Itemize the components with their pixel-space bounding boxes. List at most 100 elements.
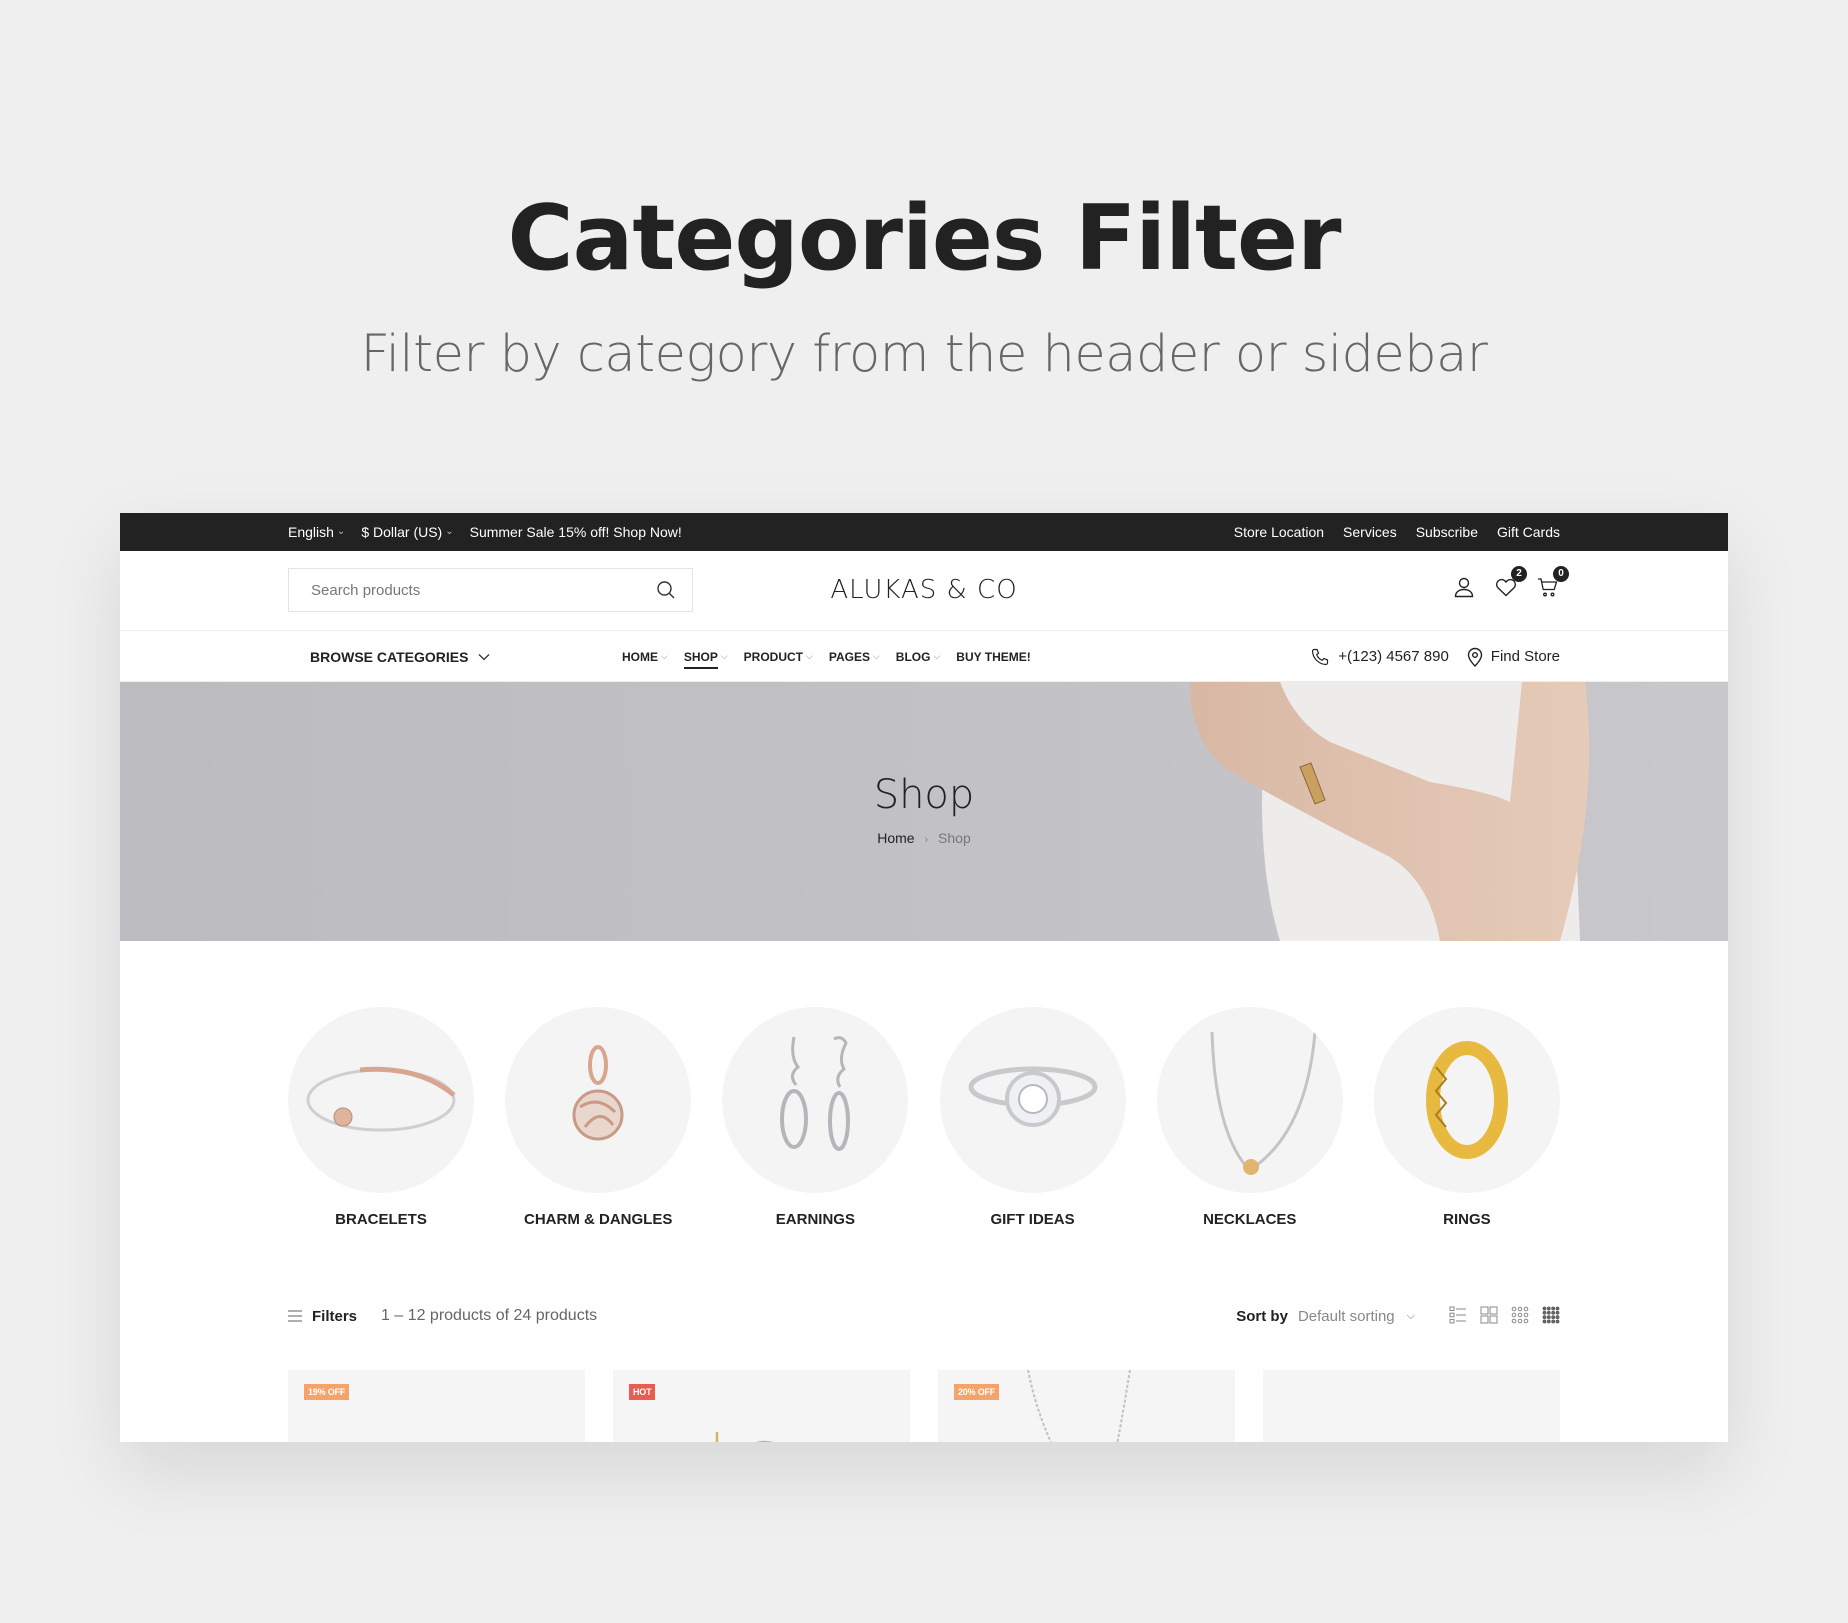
category-necklaces[interactable]: NECKLACES — [1156, 1007, 1343, 1228]
page-title: Shop — [873, 772, 975, 818]
category-name: GIFT IDEAS — [990, 1211, 1075, 1228]
map-pin-icon — [1467, 647, 1482, 667]
cart-count-badge: 0 — [1553, 566, 1569, 582]
category-earnings[interactable]: EARNINGS — [722, 1007, 909, 1228]
nav-item-home[interactable]: HOME ⌵ — [622, 650, 668, 664]
earrings-image — [780, 1036, 851, 1151]
nav-item-blog[interactable]: BLOG ⌵ — [896, 650, 941, 664]
cart-button[interactable]: 0 — [1536, 566, 1569, 599]
phone-number: +(123) 4567 890 — [1338, 648, 1449, 665]
browse-categories-label: BROWSE CATEGORIES — [310, 648, 469, 665]
filters-label: Filters — [312, 1307, 358, 1325]
currency-selector[interactable]: $ Dollar (US) — [361, 524, 453, 540]
view-mode-switcher — [1449, 1306, 1560, 1324]
browser-frame: English $ Dollar (US) Summer Sale 15% of… — [120, 513, 1728, 1442]
charm-image — [572, 1045, 624, 1141]
ring-image — [968, 1066, 1098, 1127]
chevron-down-icon: ⌵ — [720, 651, 728, 661]
list-view-icon[interactable] — [1449, 1306, 1467, 1324]
find-store-link[interactable]: Find Store — [1467, 647, 1560, 667]
store-location-link[interactable]: Store Location — [1234, 524, 1324, 540]
category-bracelets[interactable]: BRACELETS — [288, 1007, 474, 1228]
language-selector[interactable]: English — [288, 524, 345, 540]
necklace-image — [1210, 1031, 1317, 1175]
nav-item-buy-theme[interactable]: BUY THEME! — [956, 650, 1030, 664]
category-image — [939, 1007, 1126, 1193]
nav-item-label: PRODUCT — [743, 649, 804, 664]
breadcrumb: Home › Shop — [120, 830, 1728, 846]
account-button[interactable] — [1452, 575, 1476, 599]
nav-item-pages[interactable]: PAGES ⌵ — [829, 650, 880, 664]
category-name: EARNINGS — [775, 1211, 855, 1228]
main-nav: BROWSE CATEGORIES HOME ⌵ SHOP ⌵ PRODUCT … — [120, 631, 1728, 682]
product-card[interactable] — [1263, 1370, 1560, 1442]
breadcrumb-current: Shop — [938, 830, 971, 846]
filters-button[interactable]: Filters — [288, 1301, 357, 1331]
nav-item-label: BLOG — [895, 649, 931, 664]
chevron-down-icon: ⌵ — [933, 651, 941, 661]
gift-cards-link[interactable]: Gift Cards — [1497, 524, 1560, 540]
bracelet-image — [306, 1066, 456, 1132]
user-icon — [1454, 577, 1474, 598]
search-box — [288, 568, 693, 612]
hot-badge: HOT — [629, 1384, 656, 1400]
product-image — [1027, 1370, 1131, 1442]
product-card[interactable]: 19% OFF — [288, 1370, 585, 1442]
chevron-down-icon — [478, 653, 490, 660]
site-logo[interactable]: ALUKAS & CO — [830, 575, 1017, 605]
hero-subtitle: Filter by category from the header or si… — [360, 325, 1488, 384]
grid-2-icon[interactable] — [1480, 1306, 1498, 1324]
menu-icon — [288, 1310, 302, 1322]
category-rings[interactable]: RINGS — [1373, 1007, 1560, 1228]
wishlist-button[interactable]: 2 — [1494, 566, 1527, 599]
nav-item-label: SHOP — [683, 650, 718, 669]
category-image — [1373, 1007, 1560, 1193]
hero-title: Categories Filter — [507, 186, 1342, 291]
breadcrumb-home[interactable]: Home — [877, 830, 914, 846]
grid-3-icon[interactable] — [1511, 1306, 1529, 1324]
nav-item-label: HOME — [622, 649, 658, 664]
category-list: BRACELETS CHARM & DANGLES EARNINGS GIFT … — [288, 1007, 1560, 1228]
category-gift-ideas[interactable]: GIFT IDEAS — [939, 1007, 1126, 1228]
chevron-right-icon: › — [924, 834, 929, 846]
search-icon[interactable] — [656, 580, 676, 600]
nav-item-label: PAGES — [828, 649, 870, 664]
chevron-down-icon: ⌵ — [872, 651, 880, 661]
phone-link[interactable]: +(123) 4567 890 — [1310, 647, 1449, 667]
category-image — [505, 1007, 692, 1193]
shop-toolbar: Filters 1 – 12 products of 24 products S… — [288, 1301, 1560, 1331]
nav-item-product[interactable]: PRODUCT ⌵ — [744, 650, 813, 664]
product-card[interactable]: HOT — [613, 1370, 910, 1442]
sale-badge: 19% OFF — [304, 1384, 350, 1400]
sort-value: Default sorting — [1297, 1307, 1395, 1325]
nav-item-shop[interactable]: SHOP ⌵ — [683, 650, 728, 669]
product-image — [715, 1432, 774, 1442]
category-image — [288, 1007, 474, 1193]
grid-4-icon[interactable] — [1542, 1306, 1560, 1324]
phone-icon — [1312, 648, 1329, 665]
category-name: NECKLACES — [1203, 1211, 1297, 1228]
product-card[interactable]: 20% OFF — [938, 1370, 1235, 1442]
category-name: RINGS — [1443, 1211, 1491, 1228]
chevron-down-icon: ⌵ — [806, 651, 813, 661]
result-count: 1 – 12 products of 24 products — [381, 1307, 598, 1324]
site-header: ALUKAS & CO 2 0 — [120, 551, 1728, 631]
find-store-label: Find Store — [1490, 648, 1560, 665]
chevron-down-icon: ⌵ — [1406, 1309, 1415, 1322]
services-link[interactable]: Services — [1343, 524, 1397, 540]
category-charm-dangles[interactable]: CHARM & DANGLES — [505, 1007, 692, 1228]
subscribe-link[interactable]: Subscribe — [1416, 524, 1478, 540]
category-name: BRACELETS — [335, 1211, 427, 1228]
primary-menu: HOME ⌵ SHOP ⌵ PRODUCT ⌵ PAGES ⌵ BLOG ⌵ B… — [622, 631, 1031, 682]
top-bar: English $ Dollar (US) Summer Sale 15% of… — [120, 513, 1728, 551]
sort-control: Sort by Default sorting ⌵ — [1236, 1301, 1415, 1331]
category-image — [1156, 1007, 1343, 1193]
browse-categories-button[interactable]: BROWSE CATEGORIES — [310, 631, 490, 682]
product-grid: 19% OFF HOT 20% OFF — [288, 1370, 1560, 1442]
gold-ring-image — [1425, 1041, 1508, 1159]
sort-select[interactable]: Default sorting ⌵ — [1298, 1308, 1415, 1325]
category-name: CHARM & DANGLES — [524, 1211, 673, 1228]
category-image — [722, 1007, 909, 1193]
search-input[interactable] — [289, 569, 629, 611]
promo-link[interactable]: Summer Sale 15% off! Shop Now! — [470, 524, 682, 540]
